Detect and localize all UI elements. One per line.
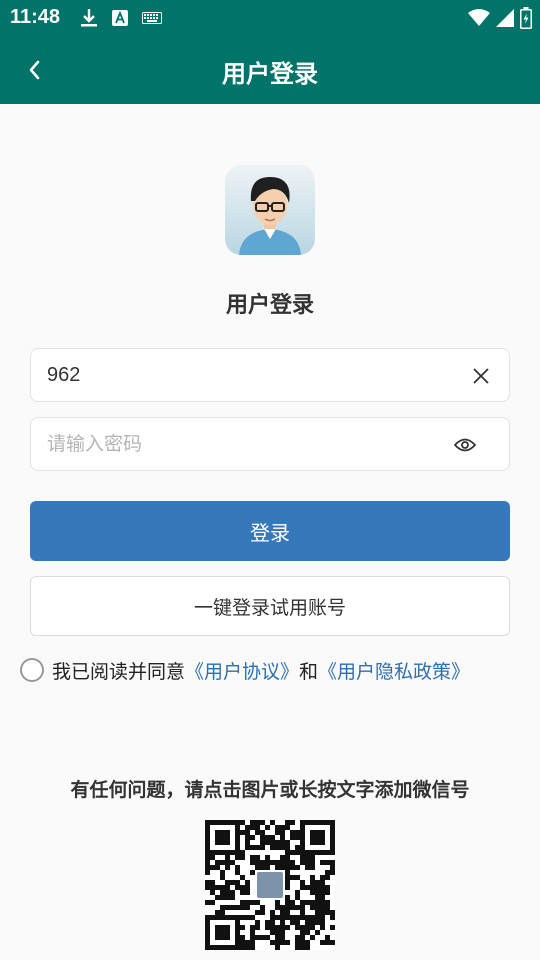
help-text[interactable]: 有任何问题，请点击图片或长按文字添加微信号 [0,775,540,802]
login-button[interactable]: 登录 [30,501,510,561]
agreement-conjunction: 和 [299,660,319,683]
agreement-checkbox[interactable] [20,658,44,682]
clear-button[interactable] [467,362,495,390]
close-icon [473,368,489,384]
page-title: 用户登录 [222,60,318,88]
eye-icon [454,438,476,452]
status-bar: 11:48 [0,0,540,36]
wifi-icon [468,9,490,26]
trial-login-button[interactable]: 一键登录试用账号 [30,576,510,636]
password-field[interactable] [30,417,510,471]
a-box-icon [112,10,128,26]
app-bar: 用户登录 [0,36,540,104]
username-input[interactable] [47,349,427,401]
qr-code-image [205,820,335,950]
battery-charging-icon [520,7,532,29]
keyboard-icon [142,12,162,24]
user-agreement-link[interactable]: 《用户协议》 [185,657,299,684]
wechat-qr-code[interactable] [205,820,335,950]
agreement-row: 我已阅读并同意 《用户协议》 和 《用户隐私政策》 [20,655,470,685]
password-input[interactable] [47,418,427,470]
status-system-icons [468,7,532,29]
status-time: 11:48 [10,6,61,28]
status-notification-icons [80,8,162,28]
download-icon [81,9,97,27]
privacy-policy-link[interactable]: 《用户隐私政策》 [318,657,470,684]
username-field[interactable] [30,348,510,402]
avatar [225,165,315,255]
avatar-illustration [225,165,315,255]
login-heading: 用户登录 [225,293,314,318]
agreement-prefix: 我已阅读并同意 [52,660,186,683]
signal-icon [496,9,514,27]
toggle-password-visibility-button[interactable] [451,431,479,459]
